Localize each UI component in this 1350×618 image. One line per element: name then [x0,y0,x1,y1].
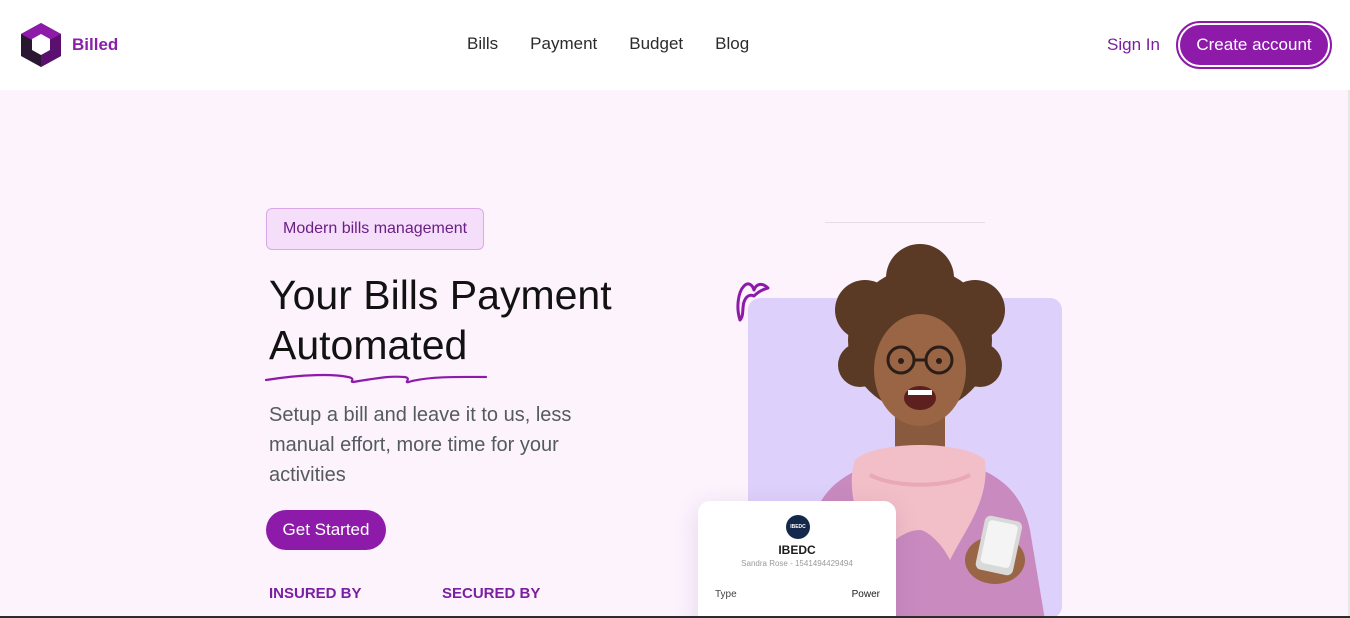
hero-section: Modern bills management Your Bills Payme… [0,90,1350,618]
create-account-button[interactable]: Create account [1176,21,1332,69]
hexagon-logo-icon [21,23,61,67]
divider-line [825,222,985,223]
bill-type-label: Type [715,589,737,600]
provider-name: IBEDC [778,543,816,557]
create-account-label: Create account [1180,25,1328,65]
nav-link-blog[interactable]: Blog [715,34,749,54]
headline-line-2: Automated [269,322,468,368]
insured-by-label: INSURED BY [269,585,362,602]
secured-by-label: SECURED BY [442,585,541,602]
bill-type-value: Power [851,589,880,600]
headline-line-1: Your Bills Payment [269,272,612,318]
navbar: Billed Bills Payment Budget Blog Sign In… [0,0,1350,90]
brush-underline-decoration [264,373,488,384]
get-started-button[interactable]: Get Started [266,510,386,550]
brand-logo[interactable]: Billed [20,22,118,68]
nav-link-payment[interactable]: Payment [530,34,597,54]
customer-details: Sandra Rose - 1541494429494 [741,559,853,568]
provider-logo: IBEDC [786,515,810,539]
hero-subtitle: Setup a bill and leave it to us, less ma… [269,404,572,486]
bill-card[interactable]: IBEDC IBEDC Sandra Rose - 1541494429494 … [698,501,896,618]
sign-in-link[interactable]: Sign In [1107,35,1160,55]
nav-link-bills[interactable]: Bills [467,34,498,54]
hero-tag: Modern bills management [266,208,485,250]
hero-headline: Your Bills Payment Automated [269,270,689,370]
brand-name: Billed [72,35,119,54]
main-nav: Bills Payment Budget Blog [467,34,781,54]
nav-link-budget[interactable]: Budget [629,34,683,54]
